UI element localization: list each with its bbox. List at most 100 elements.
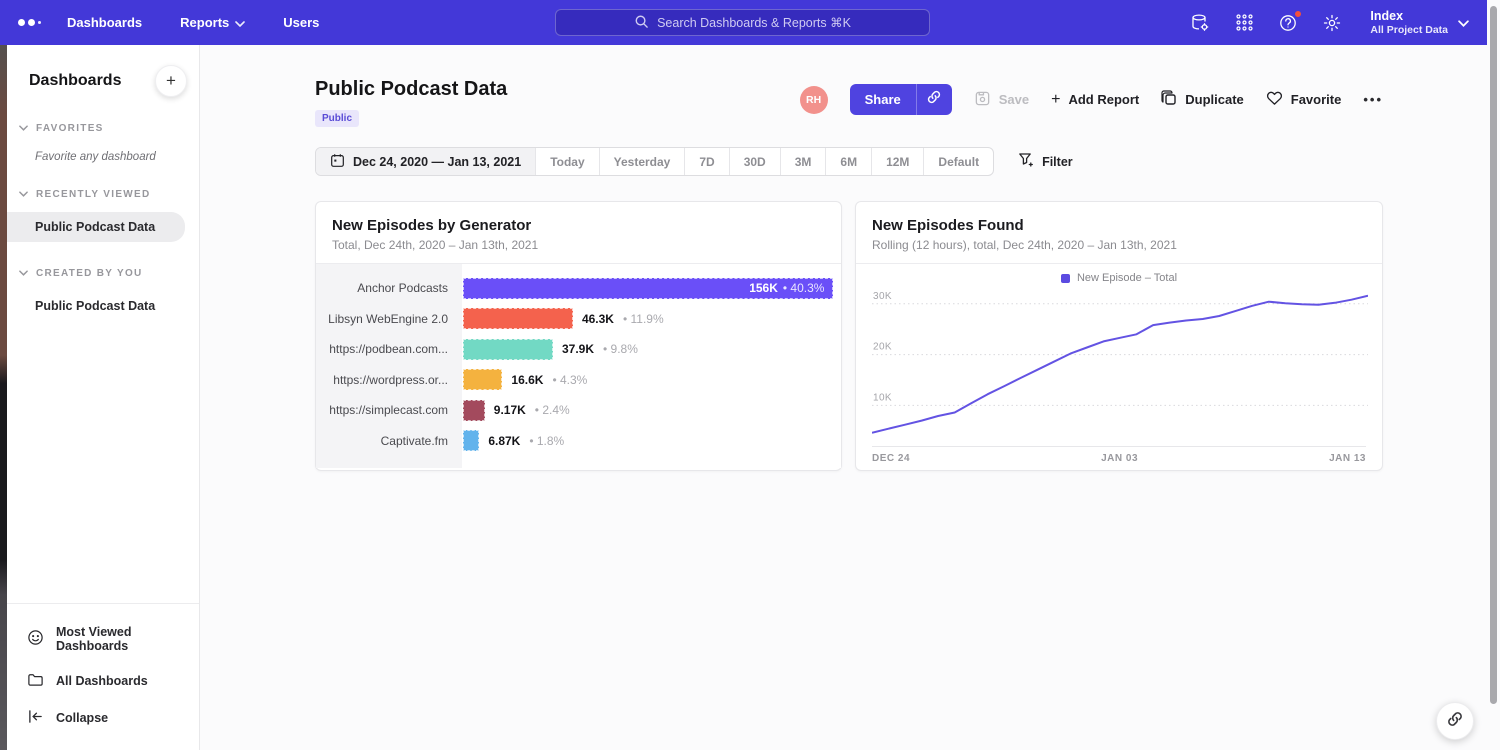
preset-3m[interactable]: 3M [781,148,827,175]
preset-7d[interactable]: 7D [685,148,729,175]
all-dashboards-button[interactable]: All Dashboards [7,662,199,700]
add-report-button[interactable]: + Add Report [1051,92,1139,108]
bar[interactable] [463,369,502,390]
duplicate-button[interactable]: Duplicate [1161,90,1244,109]
y-tick: 10K [873,392,892,403]
more-options-button[interactable]: ••• [1363,92,1383,107]
preset-label: Today [550,155,584,169]
notification-dot [1294,10,1302,18]
bar-row[interactable]: https://wordpress.or... 16.6K • 4.3% [316,365,841,396]
sidebar-item-public-podcast-data[interactable]: Public Podcast Data [7,291,199,321]
sidebar-title: Dashboards [29,72,121,90]
sidebar-item-public-podcast-data[interactable]: Public Podcast Data [7,212,185,242]
preset-label: 6M [840,155,857,169]
favorite-button[interactable]: Favorite [1266,90,1342,109]
section-label: CREATED BY YOU [36,268,143,279]
save-button[interactable]: Save [974,90,1029,110]
line-chart[interactable]: 10K20K30K DEC 24 JAN 03 JAN 13 [872,286,1366,464]
project-scope: All Project Data [1370,24,1448,36]
x-tick: JAN 13 [1329,453,1366,464]
bar-category-label: https://podbean.com... [316,342,462,356]
nav-item-label: Reports [180,15,229,30]
heart-icon [1266,90,1283,109]
x-tick: DEC 24 [872,453,910,464]
chart-legend[interactable]: New Episode – Total [872,272,1366,284]
preset-30d[interactable]: 30D [730,148,781,175]
avatar[interactable]: RH [800,86,828,114]
preset-default[interactable]: Default [924,148,993,175]
bar-percent: • 40.3% [783,281,825,295]
preset-yesterday[interactable]: Yesterday [600,148,686,175]
background-window-edge [0,45,7,750]
calendar-icon [330,153,345,171]
nav-item-reports[interactable]: Reports [180,15,245,30]
smiley-icon [27,629,44,649]
main-content: Public Podcast Data Public RH Share [200,45,1487,750]
bar-category-label: https://wordpress.or... [316,373,462,387]
bar-value: 16.6K [511,373,543,387]
bar-chart: Anchor Podcasts 156K • 40.3% Libsyn Web [316,264,841,468]
preset-today[interactable]: Today [536,148,599,175]
footer-item-label: Collapse [56,711,108,725]
new-dashboard-button[interactable]: + [155,65,187,97]
section-recently-viewed[interactable]: RECENTLY VIEWED [19,189,199,200]
bar[interactable] [463,339,553,360]
preset-label: 3M [795,155,812,169]
section-label: FAVORITES [36,123,104,134]
bar-value: 156K [749,281,778,295]
bar-percent: • 1.8% [529,434,564,448]
search-input[interactable]: Search Dashboards & Reports ⌘K [555,9,930,36]
most-viewed-dashboards-button[interactable]: Most Viewed Dashboards [7,616,199,662]
apps-grid-icon[interactable] [1234,13,1254,33]
preset-12m[interactable]: 12M [872,148,924,175]
collapse-sidebar-button[interactable]: Collapse [7,700,199,736]
date-range-bar: Dec 24, 2020 — Jan 13, 2021 Today Yester… [315,147,994,176]
nav-item-label: Dashboards [67,15,142,30]
preset-6m[interactable]: 6M [826,148,872,175]
bar-category-label: Captivate.fm [316,434,462,448]
settings-gear-icon[interactable] [1322,13,1342,33]
bar-row[interactable]: https://simplecast.com 9.17K • 2.4% [316,395,841,426]
help-icon[interactable] [1278,13,1298,33]
favorites-empty-text: Favorite any dashboard [35,151,199,163]
bar[interactable] [463,308,573,329]
bar-row[interactable]: https://podbean.com... 37.9K • 9.8% [316,334,841,365]
nav-item-dashboards[interactable]: Dashboards [67,15,142,30]
section-favorites[interactable]: FAVORITES [19,123,199,134]
section-created-by-you[interactable]: CREATED BY YOU [19,268,199,279]
bar-value: 9.17K [494,403,526,417]
scrollbar-thumb[interactable] [1490,6,1497,704]
date-range-button[interactable]: Dec 24, 2020 — Jan 13, 2021 [316,148,536,175]
line-series[interactable] [872,296,1368,433]
nav-item-users[interactable]: Users [283,15,319,30]
get-link-button[interactable] [1436,702,1474,740]
bar[interactable]: 156K • 40.3% [463,278,833,299]
chart-title: New Episodes by Generator [332,217,825,234]
x-axis: DEC 24 JAN 03 JAN 13 [872,446,1366,464]
page-title: Public Podcast Data [315,78,507,101]
project-switcher[interactable]: Index All Project Data [1370,9,1469,37]
dashboard-actions: RH Share [800,84,1383,115]
bar-chart-card[interactable]: New Episodes by Generator Total, Dec 24t… [315,201,842,471]
plus-icon: + [1051,92,1060,108]
bar-row[interactable]: Libsyn WebEngine 2.0 46.3K • 11.9% [316,304,841,335]
share-button[interactable]: Share [850,84,916,115]
bar[interactable] [463,400,485,421]
bar-category-label: https://simplecast.com [316,403,462,417]
footer-item-label: Most Viewed Dashboards [56,625,199,653]
y-tick: 30K [873,291,892,302]
search-icon [634,14,649,32]
bar[interactable] [463,430,479,451]
data-sources-icon[interactable] [1190,13,1210,33]
filter-button[interactable]: Filter [1018,152,1073,171]
bar-value-label: 156K • 40.3% [749,279,824,298]
section-label: RECENTLY VIEWED [36,189,151,200]
copy-link-button[interactable] [916,84,952,115]
save-icon [974,90,991,110]
line-chart-card[interactable]: New Episodes Found Rolling (12 hours), t… [855,201,1383,471]
amplitude-logo[interactable] [18,19,41,26]
bar-row[interactable]: Anchor Podcasts 156K • 40.3% [316,273,841,304]
chevron-down-icon [19,123,28,134]
chart-title: New Episodes Found [872,217,1366,234]
bar-row[interactable]: Captivate.fm 6.87K • 1.8% [316,426,841,457]
